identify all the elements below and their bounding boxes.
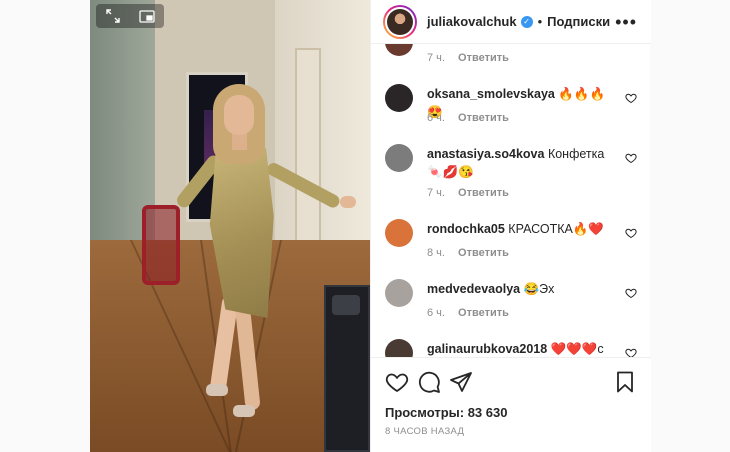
picture-in-picture-icon[interactable] (137, 6, 157, 26)
video-side-door (295, 48, 321, 258)
video-person-face (224, 95, 254, 135)
post-modal: juliakovalchuk ✓ • Подписки ••• 7 ч. Отв… (90, 0, 651, 452)
video-person-hand (340, 196, 356, 208)
comment-body: ❤️❤️❤️с (550, 342, 604, 356)
comment-body: КРАСОТКА🔥❤️ (508, 222, 604, 236)
comment-time: 6 ч. (427, 307, 445, 319)
reply-button[interactable]: Ответить (458, 247, 509, 259)
comment-avatar[interactable] (385, 144, 413, 172)
reply-button[interactable]: Ответить (458, 307, 509, 319)
avatar-border (385, 6, 415, 37)
share-icon[interactable] (449, 370, 473, 394)
action-bar (385, 370, 637, 394)
comment-avatar[interactable] (385, 279, 413, 307)
comment-username[interactable]: oksana_smolevskaya (427, 87, 555, 101)
post-actions: Просмотры: 83 630 8 ЧАСОВ НАЗАД (371, 357, 651, 452)
comment-meta: 7 ч. Ответить (427, 187, 509, 199)
comment-text: medvedevaolya 😂Эх (427, 280, 617, 298)
author-username[interactable]: juliakovalchuk (427, 14, 517, 29)
comment-meta: 8 ч. Ответить (427, 247, 509, 259)
verified-badge-icon: ✓ (520, 15, 533, 28)
comment-like-heart-icon[interactable] (625, 152, 637, 164)
comment-time: 8 ч. (427, 247, 445, 259)
comment-time: 6 ч. (427, 112, 445, 124)
post-side-panel: juliakovalchuk ✓ • Подписки ••• 7 ч. Отв… (370, 0, 651, 452)
comment-like-heart-icon[interactable] (625, 347, 637, 357)
video-person-shoe (233, 405, 255, 417)
bookmark-icon[interactable] (613, 370, 637, 394)
reply-button[interactable]: Ответить (458, 52, 509, 64)
comment-like-heart-icon[interactable] (625, 287, 637, 299)
post-header: juliakovalchuk ✓ • Подписки ••• (371, 0, 651, 44)
comment-body: 😂Эх (523, 282, 555, 296)
comment-like-heart-icon[interactable] (625, 92, 637, 104)
video-chair (142, 205, 180, 285)
video-speaker-grille (332, 295, 360, 315)
avatar[interactable] (383, 4, 417, 39)
comments-list[interactable]: 7 ч. Ответить oksana_smolevskaya 🔥🔥🔥😍 6 … (371, 44, 651, 357)
expand-icon[interactable] (103, 6, 123, 26)
comment-avatar[interactable] (385, 219, 413, 247)
comment-username[interactable]: galinaurubkova2018 (427, 342, 547, 356)
comment-text: galinaurubkova2018 ❤️❤️❤️с (427, 340, 617, 357)
comment-meta: 7 ч. Ответить (427, 52, 509, 64)
comment-avatar[interactable] (385, 339, 413, 357)
header-separator: • (537, 14, 543, 29)
video-person-shoe (206, 384, 228, 396)
comment-avatar[interactable] (385, 84, 413, 112)
comment-username[interactable]: anastasiya.so4kova (427, 147, 544, 161)
heart-icon[interactable] (385, 370, 409, 394)
views-count[interactable]: Просмотры: 83 630 (385, 405, 507, 420)
reply-button[interactable]: Ответить (458, 187, 509, 199)
reply-button[interactable]: Ответить (458, 112, 509, 124)
comment-username[interactable]: rondochka05 (427, 222, 505, 236)
post-timestamp[interactable]: 8 ЧАСОВ НАЗАД (385, 426, 464, 437)
comment-username[interactable]: medvedevaolya (427, 282, 520, 296)
avatar-image (387, 8, 413, 35)
comment-text: rondochka05 КРАСОТКА🔥❤️ (427, 220, 617, 238)
comment-avatar[interactable] (385, 44, 413, 56)
comment-icon[interactable] (417, 370, 441, 394)
comment-time: 7 ч. (427, 52, 445, 64)
video-controls (96, 4, 164, 28)
comment-meta: 6 ч. Ответить (427, 112, 509, 124)
comment-time: 7 ч. (427, 187, 445, 199)
comment-text: anastasiya.so4kova Конфетка 🍬💋😘 (427, 145, 617, 181)
comment-meta: 6 ч. Ответить (427, 307, 509, 319)
post-video[interactable] (90, 0, 370, 452)
more-options-icon[interactable]: ••• (615, 12, 637, 33)
following-button[interactable]: Подписки (547, 14, 610, 29)
comment-like-heart-icon[interactable] (625, 227, 637, 239)
